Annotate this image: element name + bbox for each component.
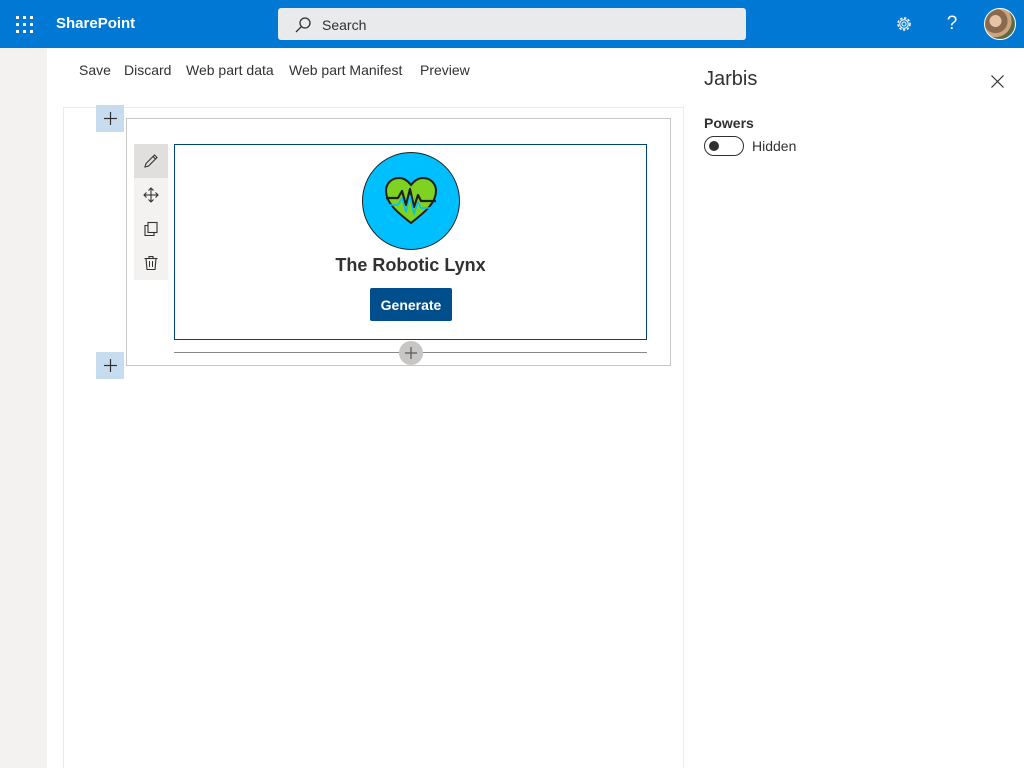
close-icon[interactable]	[986, 70, 1008, 92]
suite-bar: SharePoint Search ?	[0, 0, 1024, 48]
add-section-bottom-button[interactable]	[96, 352, 124, 379]
app-name[interactable]: SharePoint	[56, 15, 135, 32]
edit-icon	[144, 154, 158, 168]
save-button[interactable]: Save	[79, 62, 111, 78]
delete-webpart-button[interactable]	[134, 246, 168, 280]
generate-button[interactable]: Generate	[370, 288, 452, 321]
webpart-toolbar	[134, 144, 168, 280]
user-avatar[interactable]	[984, 8, 1016, 40]
help-label: ?	[946, 13, 958, 34]
robotic-lynx-webpart[interactable]: The Robotic Lynx Generate	[174, 144, 647, 340]
app-launcher-icon[interactable]	[0, 0, 48, 48]
add-section-top-button[interactable]	[96, 105, 124, 132]
property-pane: Jarbis Powers Hidden	[684, 48, 1024, 768]
delete-icon	[144, 255, 158, 271]
heart-pulse-icon	[384, 176, 438, 225]
toggle-state-text: Hidden	[752, 138, 797, 154]
web-part-manifest-button[interactable]: Web part Manifest	[289, 62, 402, 78]
preview-button[interactable]: Preview	[420, 62, 470, 78]
search-box[interactable]: Search	[278, 8, 746, 40]
web-part-data-button[interactable]: Web part data	[186, 62, 274, 78]
webpart-logo	[362, 152, 460, 250]
discard-button[interactable]: Discard	[124, 62, 171, 78]
help-icon[interactable]: ?	[928, 0, 976, 48]
plus-icon	[103, 359, 117, 372]
plus-icon	[405, 347, 417, 359]
duplicate-webpart-button[interactable]	[134, 212, 168, 246]
plus-icon	[103, 112, 117, 125]
search-icon	[295, 17, 311, 33]
edit-webpart-button[interactable]	[134, 144, 168, 178]
command-bar: Save Discard Web part data Web part Mani…	[47, 48, 683, 108]
left-rail	[0, 48, 47, 768]
move-webpart-button[interactable]	[134, 178, 168, 212]
add-webpart-button[interactable]	[399, 341, 423, 365]
pane-title: Jarbis	[704, 68, 758, 90]
search-placeholder: Search	[322, 17, 367, 33]
move-icon	[143, 187, 159, 203]
settings-gear-icon[interactable]	[880, 0, 928, 48]
powers-toggle[interactable]	[704, 136, 744, 156]
powers-label: Powers	[704, 115, 754, 131]
toggle-knob	[709, 141, 719, 151]
webpart-title: The Robotic Lynx	[335, 255, 486, 275]
duplicate-icon	[144, 221, 158, 237]
